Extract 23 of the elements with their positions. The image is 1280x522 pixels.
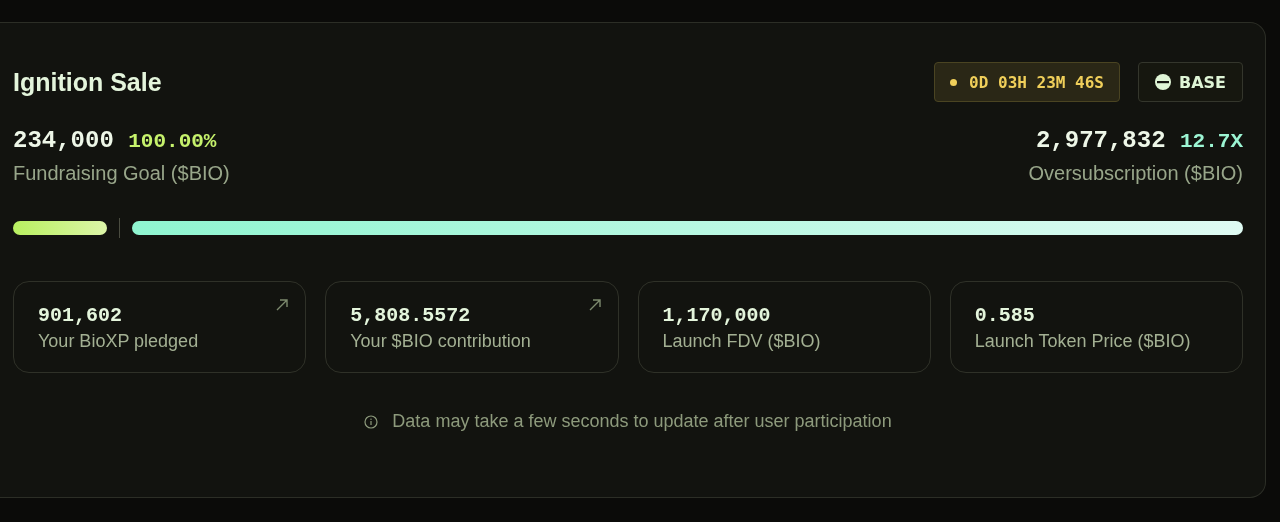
stat-value: 0.585 xyxy=(974,304,1036,327)
stat-value: 901,602 xyxy=(38,304,123,327)
network-icon xyxy=(1154,74,1171,90)
info-note: Data may take a few seconds to update after user participation xyxy=(392,411,892,432)
stat-value: 5,808.5572 xyxy=(350,304,472,327)
oversubscription-multiple: 12.7X xyxy=(1180,130,1243,153)
stat-label: Launch Token Price ($BIO) xyxy=(974,331,1192,352)
stat-value: 1,170,000 xyxy=(662,304,772,327)
stat-label: Your BioXP pledged xyxy=(38,331,200,352)
goal-label: Fundraising Goal ($BIO) xyxy=(13,162,230,185)
stat-label: Your $BIO contribution xyxy=(350,331,532,352)
countdown-text: 0D 03H 23M 46S xyxy=(969,72,1104,92)
stat-label: Launch FDV ($BIO) xyxy=(662,331,822,352)
goal-percent: 100.00% xyxy=(128,130,217,153)
oversubscription-amount: 2,977,832 xyxy=(1035,127,1166,154)
stat-card[interactable]: 901,602 Your BioXP pledged xyxy=(13,281,307,373)
stat-card[interactable]: 5,808.5572 Your $BIO contribution xyxy=(325,281,619,373)
oversubscription-label: Oversubscription ($BIO) xyxy=(1028,162,1243,185)
sale-title: Ignition Sale xyxy=(13,67,162,97)
goal-amount: 234,000 xyxy=(13,127,114,154)
network-button[interactable]: BASE xyxy=(1137,62,1243,102)
status-dot-icon xyxy=(950,78,958,86)
info-icon xyxy=(364,414,379,429)
